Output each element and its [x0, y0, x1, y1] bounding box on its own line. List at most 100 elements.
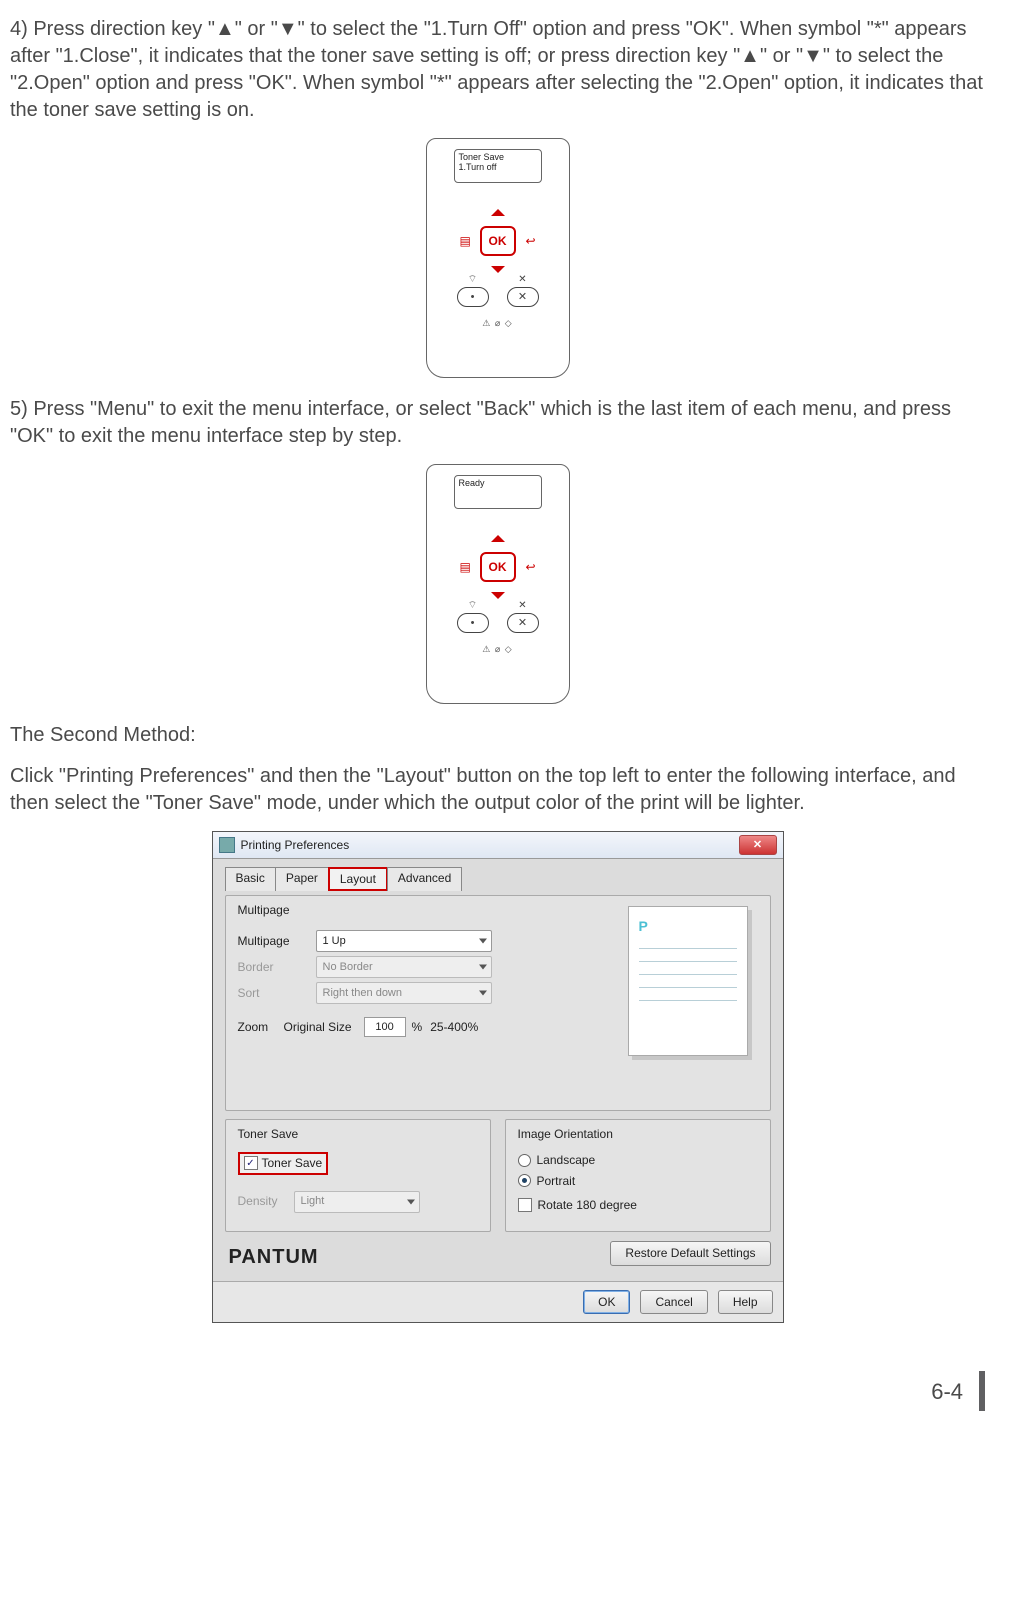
radio-landscape[interactable]: Landscape [518, 1152, 758, 1168]
tab-advanced[interactable]: Advanced [387, 867, 462, 891]
lcd-screen: Toner Save 1.Turn off [454, 149, 542, 183]
label-zoom: Zoom [238, 1019, 284, 1035]
up-arrow-icon[interactable] [491, 535, 505, 542]
bottom-button-row: ⌔ • ✕ ✕ [457, 613, 539, 633]
down-arrow-icon[interactable] [491, 266, 505, 273]
label-rotate: Rotate 180 degree [538, 1197, 637, 1213]
printer-panel-figure-1: Toner Save 1.Turn off ▤ OK ↩ ⌔ • ✕ ✕ ⚠ ⌀… [10, 138, 985, 378]
second-method-body: Click "Printing Preferences" and then th… [10, 763, 985, 817]
chevron-down-icon [479, 991, 487, 996]
label-sort: Sort [238, 985, 316, 1001]
label-original-size: Original Size [284, 1019, 352, 1035]
tab-paper[interactable]: Paper [275, 867, 329, 891]
lcd-screen: Ready [454, 475, 542, 509]
cancel-button[interactable]: ✕ ✕ [507, 613, 539, 633]
back-icon[interactable]: ↩ [525, 559, 535, 575]
page-number: 6-4 [931, 1377, 963, 1407]
page-footer: 6-4 [10, 1363, 985, 1423]
printer-panel: Ready ▤ OK ↩ ⌔ • ✕ ✕ ⚠ ⌀ ◇ [426, 464, 570, 704]
wifi-button[interactable]: ⌔ • [457, 287, 489, 307]
power-dot-icon: • [471, 290, 475, 305]
zoom-unit: % [412, 1019, 423, 1035]
cancel-x-icon: ✕ [518, 616, 527, 631]
zoom-range: 25-400% [430, 1019, 478, 1035]
label-portrait: Portrait [537, 1173, 576, 1189]
tab-basic[interactable]: Basic [225, 867, 276, 891]
row-density: Density Light [238, 1189, 478, 1215]
dialog-button-bar: OK Cancel Help [213, 1281, 783, 1322]
wifi-icon: ⌔ [468, 599, 477, 613]
printer-panel-figure-2: Ready ▤ OK ↩ ⌔ • ✕ ✕ ⚠ ⌀ ◇ [10, 464, 985, 704]
indicator-icons: ⚠ ⌀ ◇ [482, 317, 512, 329]
radio-icon [518, 1154, 531, 1167]
second-method-heading: The Second Method: [10, 722, 985, 749]
cancel-icon: ✕ [518, 599, 526, 613]
page-preview: P [628, 906, 748, 1056]
restore-defaults-button[interactable]: Restore Default Settings [610, 1241, 770, 1265]
group-title-toner: Toner Save [238, 1126, 478, 1142]
combo-density: Light [294, 1191, 420, 1213]
direction-pad: ▤ OK ↩ [460, 535, 536, 599]
titlebar: Printing Preferences ✕ [213, 832, 783, 859]
checkbox-rotate[interactable]: Rotate 180 degree [518, 1197, 758, 1213]
toner-save-label: Toner Save [262, 1155, 323, 1171]
ok-button[interactable]: OK [480, 226, 516, 256]
chevron-down-icon [479, 939, 487, 944]
cancel-button[interactable]: ✕ ✕ [507, 287, 539, 307]
preview-mark: P [639, 918, 648, 934]
ok-button[interactable]: OK [480, 552, 516, 582]
cancel-button[interactable]: Cancel [640, 1290, 707, 1314]
group-orientation: Image Orientation Landscape Portrait Rot… [505, 1119, 771, 1232]
cancel-x-icon: ✕ [518, 290, 527, 305]
chevron-down-icon [407, 1199, 415, 1204]
combo-multipage[interactable]: 1 Up [316, 930, 492, 952]
combo-multipage-value: 1 Up [323, 934, 346, 949]
radio-icon [518, 1174, 531, 1187]
app-icon [219, 837, 235, 853]
label-multipage: Multipage [238, 933, 316, 949]
radio-portrait[interactable]: Portrait [518, 1173, 758, 1189]
menu-icon[interactable]: ▤ [460, 233, 471, 249]
tab-row: Basic Paper Layout Advanced [225, 867, 771, 891]
step-4-text: 4) Press direction key "▲" or "▼" to sel… [10, 16, 985, 124]
tab-layout[interactable]: Layout [328, 867, 388, 891]
group-multipage: Multipage Multipage 1 Up Border No Borde… [225, 895, 771, 1111]
group-title-orientation: Image Orientation [518, 1126, 758, 1142]
close-button[interactable]: ✕ [739, 835, 777, 855]
label-density: Density [238, 1193, 294, 1209]
dialog-figure: Printing Preferences ✕ Basic Paper Layou… [10, 831, 985, 1323]
up-arrow-icon[interactable] [491, 209, 505, 216]
toner-save-checkbox[interactable]: ✓ Toner Save [238, 1152, 329, 1174]
checkbox-icon [518, 1198, 532, 1212]
down-arrow-icon[interactable] [491, 592, 505, 599]
combo-border: No Border [316, 956, 492, 978]
help-button[interactable]: Help [718, 1290, 773, 1314]
step-5-text: 5) Press "Menu" to exit the menu interfa… [10, 396, 985, 450]
direction-pad: ▤ OK ↩ [460, 209, 536, 273]
power-dot-icon: • [471, 616, 475, 631]
checkbox-mark-icon: ✓ [244, 1156, 258, 1170]
dialog-title: Printing Preferences [241, 837, 350, 853]
back-icon[interactable]: ↩ [525, 233, 535, 249]
combo-sort: Right then down [316, 982, 492, 1004]
bottom-button-row: ⌔ • ✕ ✕ [457, 287, 539, 307]
wifi-button[interactable]: ⌔ • [457, 613, 489, 633]
printer-panel: Toner Save 1.Turn off ▤ OK ↩ ⌔ • ✕ ✕ ⚠ ⌀… [426, 138, 570, 378]
label-border: Border [238, 959, 316, 975]
ok-button[interactable]: OK [583, 1290, 630, 1314]
zoom-input[interactable]: 100 [364, 1017, 406, 1037]
printing-preferences-dialog: Printing Preferences ✕ Basic Paper Layou… [212, 831, 784, 1323]
page-number-bar [979, 1371, 985, 1411]
lcd-line-1: Ready [459, 479, 537, 489]
indicator-icons: ⚠ ⌀ ◇ [482, 643, 512, 655]
dialog-body: Basic Paper Layout Advanced Multipage Mu… [213, 859, 783, 1281]
lcd-line-2: 1.Turn off [459, 163, 537, 173]
brand-logo: PANTUM [225, 1236, 319, 1271]
combo-sort-value: Right then down [323, 986, 403, 1001]
combo-density-value: Light [301, 1194, 325, 1209]
combo-border-value: No Border [323, 960, 373, 975]
menu-icon[interactable]: ▤ [460, 559, 471, 575]
group-toner-save: Toner Save ✓ Toner Save Density Light [225, 1119, 491, 1232]
brand-row: PANTUM Restore Default Settings [225, 1236, 771, 1271]
cancel-icon: ✕ [518, 273, 526, 287]
